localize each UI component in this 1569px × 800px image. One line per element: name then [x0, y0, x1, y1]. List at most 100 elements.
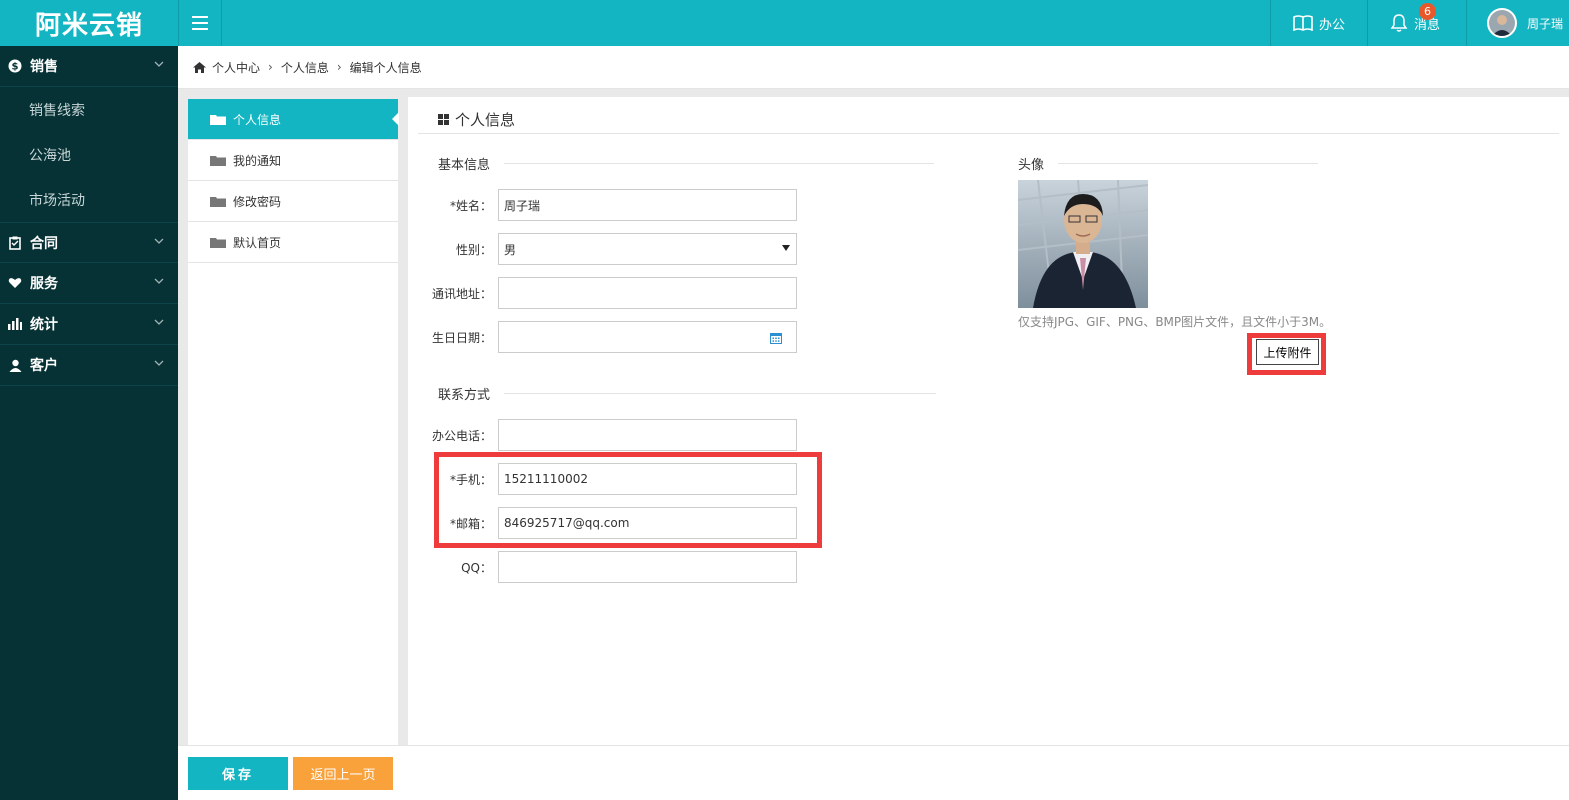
folder-icon: [210, 155, 226, 166]
sidebar-group-contract[interactable]: 合同: [0, 222, 178, 263]
avatar: [1486, 8, 1517, 38]
divider: [504, 393, 937, 394]
address-label: 通讯地址：: [431, 286, 492, 301]
divider: [418, 133, 1559, 134]
chevron-down-icon: [154, 61, 164, 67]
sidebar-item-campaigns[interactable]: 市场活动: [0, 177, 178, 222]
section-basic-info: 基本信息: [438, 154, 935, 173]
grid-icon: [438, 114, 449, 125]
breadcrumb: 个人中心 › 个人信息 › 编辑个人信息: [178, 46, 1569, 89]
address-field[interactable]: [498, 277, 797, 309]
sidebar-group-label: 统计: [30, 317, 58, 333]
home-icon[interactable]: [193, 61, 206, 73]
page-title: 个人信息: [438, 109, 515, 130]
logo[interactable]: 阿米云销: [0, 0, 178, 46]
chevron-right-icon: ›: [336, 60, 342, 74]
footer: 保存 返回上一页: [178, 745, 1569, 800]
page-title-text: 个人信息: [455, 111, 516, 129]
bell-icon: [1390, 14, 1408, 32]
bar-chart-icon: [8, 317, 22, 331]
section-avatar: 头像: [1018, 154, 1319, 173]
sidebar: $ 销售 销售线索 公海池 市场活动 合同 服务 统计 客户: [0, 46, 178, 800]
chevron-down-icon: [154, 278, 164, 284]
name-label: *姓名：: [449, 198, 492, 213]
avatar-photo: [1018, 180, 1148, 308]
sidebar-group-label: 服务: [30, 276, 58, 292]
breadcrumb-item[interactable]: 个人信息: [281, 59, 329, 76]
sidebar-item-public-pool[interactable]: 公海池: [0, 132, 178, 177]
name-row: *姓名：: [408, 189, 797, 221]
sidebar-group-stats[interactable]: 统计: [0, 304, 178, 345]
user-icon: [8, 358, 22, 372]
left-panel: 个人信息 我的通知 修改密码 默认首页: [178, 97, 408, 745]
gender-label: 性别：: [455, 242, 492, 257]
chevron-down-icon: [154, 238, 164, 244]
logo-text: 阿米云销: [34, 10, 143, 41]
breadcrumb-item[interactable]: 个人中心: [212, 59, 260, 76]
folder-icon: [210, 114, 226, 125]
section-contact: 联系方式: [438, 384, 937, 403]
menu-toggle-button[interactable]: [178, 0, 222, 46]
main-panel: 个人信息 基本信息 *姓名： 性别： 男 通讯地址： 生日日期： 联系方式 办公…: [408, 97, 1569, 745]
user-name: 周子瑞: [1526, 16, 1563, 31]
office-phone-field[interactable]: [498, 419, 797, 451]
menu-item-notifications[interactable]: 我的通知: [188, 140, 398, 181]
birthday-label: 生日日期：: [431, 330, 492, 345]
menu-item-personal-info[interactable]: 个人信息: [188, 99, 399, 140]
office-label: 办公: [1318, 17, 1345, 33]
profile-menu: 个人信息 我的通知 修改密码 默认首页: [188, 99, 399, 745]
office-phone-label: 办公电话：: [431, 428, 492, 443]
calendar-icon[interactable]: [770, 332, 782, 344]
avatar-hint: 仅支持JPG、GIF、PNG、BMP图片文件，且文件小于3M。: [1018, 315, 1332, 329]
book-icon: [1293, 15, 1313, 31]
messages-count-badge: 6: [1418, 3, 1436, 20]
back-button[interactable]: 返回上一页: [293, 757, 393, 790]
section-title-text: 头像: [1018, 158, 1045, 173]
menu-item-default-home[interactable]: 默认首页: [188, 222, 398, 263]
svg-text:$: $: [12, 62, 19, 73]
gender-row: 性别： 男: [408, 233, 797, 265]
gender-value: 男: [504, 242, 517, 257]
highlight-box-upload: [1247, 333, 1326, 375]
section-title-text: 基本信息: [438, 158, 491, 173]
hamburger-icon: [192, 16, 208, 30]
divider: [1058, 163, 1319, 164]
qq-row: QQ：: [408, 551, 797, 583]
dropdown-arrow-icon: [782, 245, 790, 251]
menu-item-change-password[interactable]: 修改密码: [188, 181, 398, 222]
address-row: 通讯地址：: [408, 277, 797, 309]
menu-item-label: 个人信息: [233, 112, 282, 127]
user-menu[interactable]: 周子瑞: [1465, 0, 1569, 46]
chevron-down-icon: [154, 360, 164, 366]
menu-item-label: 默认首页: [233, 235, 282, 250]
section-title-text: 联系方式: [438, 388, 491, 403]
save-button[interactable]: 保存: [188, 757, 288, 790]
sidebar-group-service[interactable]: 服务: [0, 263, 178, 304]
folder-icon: [210, 237, 226, 248]
birthday-field[interactable]: [498, 321, 797, 353]
gender-select[interactable]: 男: [498, 233, 797, 265]
qq-field[interactable]: [498, 551, 797, 583]
name-field[interactable]: [498, 189, 797, 221]
sidebar-group-label: 销售: [30, 59, 58, 75]
dollar-icon: $: [8, 59, 22, 73]
sidebar-item-leads[interactable]: 销售线索: [0, 87, 178, 132]
sidebar-group-label: 客户: [30, 358, 58, 374]
birthday-row: 生日日期：: [408, 321, 797, 353]
heart-icon: [8, 276, 22, 290]
chevron-right-icon: ›: [268, 60, 273, 74]
highlight-box-contact: [434, 452, 822, 548]
qq-label: QQ：: [461, 560, 492, 575]
office-button[interactable]: 办公: [1269, 0, 1367, 46]
chevron-down-icon: [154, 319, 164, 325]
office-phone-row: 办公电话：: [408, 419, 797, 451]
top-bar: 阿米云销 办公 消息 6 周子瑞: [0, 0, 1569, 46]
sidebar-group-label: 合同: [30, 235, 58, 252]
menu-item-label: 修改密码: [233, 194, 282, 209]
messages-button[interactable]: 消息 6: [1366, 0, 1466, 46]
divider: [504, 163, 935, 164]
breadcrumb-current: 编辑个人信息: [349, 60, 422, 75]
sidebar-group-sales[interactable]: $ 销售: [0, 46, 178, 87]
sidebar-group-customer[interactable]: 客户: [0, 345, 178, 386]
divider-band: [178, 89, 1569, 97]
